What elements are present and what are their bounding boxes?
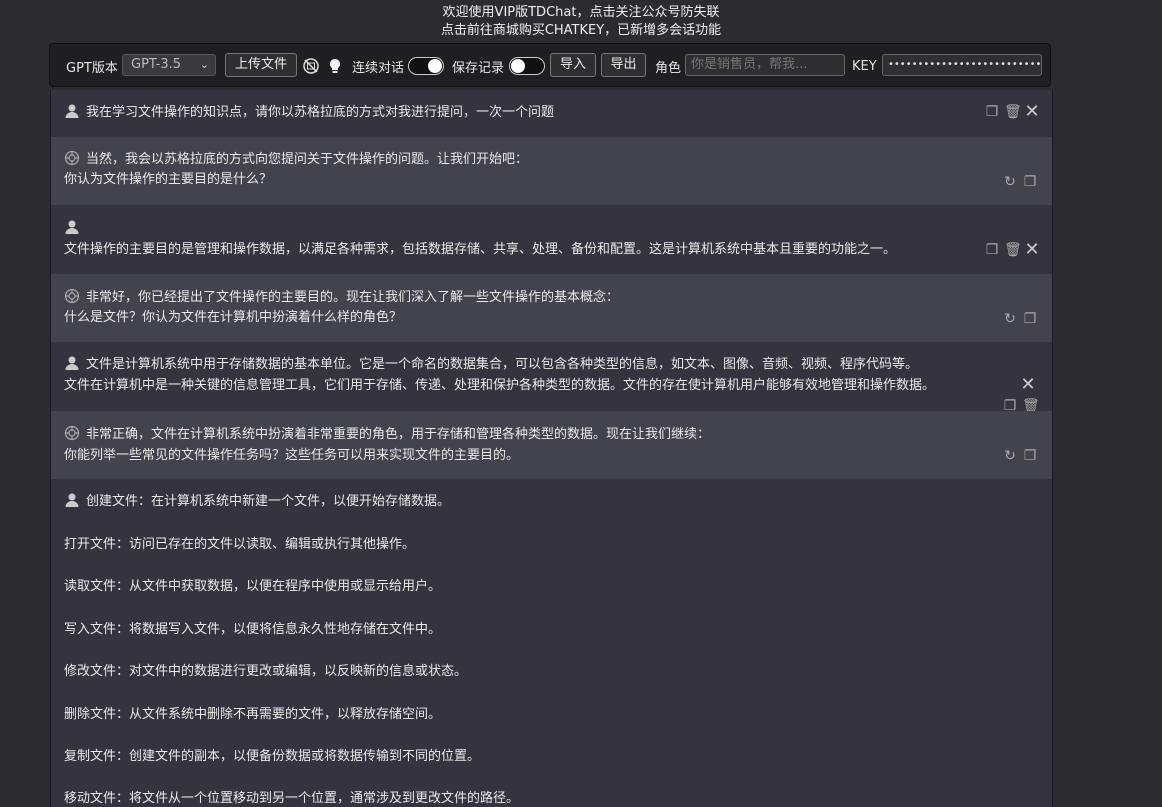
message-text: 写入文件：将数据写入文件，以便将信息永久性地存储在文件中。 (64, 622, 442, 637)
continuous-chat-label: 连续对话 (352, 60, 405, 76)
refresh-icon[interactable]: ↻ (1002, 311, 1018, 327)
continuous-chat-toggle[interactable] (408, 57, 444, 75)
message-text: 移动文件：将文件从一个位置移动到另一个位置，通常涉及到更改文件的路径。 (64, 791, 520, 806)
no-image-icon[interactable] (302, 57, 320, 75)
copy-icon[interactable]: ❐ (1022, 311, 1038, 327)
chat-message-assistant: 当然，我会以苏格拉底的方式向您提问关于文件操作的问题。让我们开始吧： 你认为文件… (51, 137, 1052, 205)
chat-message-user: 我在学习文件操作的知识点，请你以苏格拉底的方式对我进行提问，一次一个问题 ❐ 🗑… (51, 90, 1052, 137)
role-label: 角色 (655, 60, 682, 76)
key-label: KEY (852, 58, 877, 74)
message-text: 非常正确，文件在计算机系统中扮演着非常重要的角色，用于存储和管理各种类型的数据。… (86, 427, 711, 442)
user-avatar-icon (65, 356, 79, 370)
message-text: 非常好，你已经提出了文件操作的主要目的。现在让我们深入了解一些文件操作的基本概念… (86, 290, 620, 305)
message-text: 文件操作的主要目的是管理和操作数据，以满足各种需求，包括数据存储、共享、处理、备… (64, 242, 897, 257)
top-banner[interactable]: 欢迎使用VIP版TDChat，点击关注公众号防失联 点击前往商城购买CHATKE… (0, 4, 1162, 40)
message-text: 打开文件：访问已存在的文件以读取、编辑或执行其他操作。 (64, 537, 416, 552)
user-avatar-icon (65, 493, 79, 507)
message-text: 我在学习文件操作的知识点，请你以苏格拉底的方式对我进行提问，一次一个问题 (86, 105, 555, 120)
refresh-icon[interactable]: ↻ (1002, 448, 1018, 464)
banner-line-1[interactable]: 欢迎使用VIP版TDChat，点击关注公众号防失联 (0, 4, 1162, 22)
message-text: 读取文件：从文件中获取数据，以便在程序中使用或显示给用户。 (64, 579, 442, 594)
close-icon[interactable]: ✕ (1020, 376, 1036, 394)
role-input[interactable]: 你是销售员，帮我... (685, 54, 845, 76)
message-text: 你能列举一些常见的文件操作任务吗？这些任务可以用来实现文件的主要目的。 (64, 448, 520, 463)
trash-icon[interactable]: 🗑 (1004, 242, 1022, 258)
user-avatar-icon (65, 220, 79, 234)
message-text: 创建文件：在计算机系统中新建一个文件，以便开始存储数据。 (86, 494, 451, 509)
chat-message-user: 文件是计算机系统中用于存储数据的基本单位。它是一个命名的数据集合，可以包含各种类… (51, 342, 1052, 414)
model-select-value: GPT-3.5 (131, 57, 182, 72)
copy-icon[interactable]: ❐ (984, 242, 1000, 258)
export-button[interactable]: 导出 (601, 53, 646, 77)
message-text: 文件是计算机系统中用于存储数据的基本单位。它是一个命名的数据集合，可以包含各种类… (86, 357, 919, 372)
gpt-version-label: GPT版本 (66, 60, 118, 76)
openai-logo-icon (64, 288, 80, 304)
toggle-knob (428, 59, 442, 73)
message-text: 你认为文件操作的主要目的是什么？ (64, 172, 273, 187)
message-text: 当然，我会以苏格拉底的方式向您提问关于文件操作的问题。让我们开始吧： (86, 152, 529, 167)
model-select[interactable]: GPT-3.5 ⌄ (122, 54, 216, 76)
toolbar: GPT版本 GPT-3.5 ⌄ 上传文件 连续对话 保存记录 导入 导出 角色 … (49, 43, 1051, 87)
message-text: 什么是文件？你认为文件在计算机中扮演着什么样的角色？ (64, 310, 403, 325)
copy-icon[interactable]: ❐ (1022, 448, 1038, 464)
chat-message-user: 创建文件：在计算机系统中新建一个文件，以便开始存储数据。 打开文件：访问已存在的… (51, 479, 1052, 807)
toggle-knob (511, 59, 525, 73)
banner-line-2[interactable]: 点击前往商城购买CHATKEY，已新增多会话功能 (0, 22, 1162, 40)
openai-logo-icon (64, 425, 80, 441)
close-icon[interactable]: ✕ (1024, 103, 1040, 121)
chevron-down-icon: ⌄ (199, 58, 209, 71)
chat-message-user: 文件操作的主要目的是管理和操作数据，以满足各种需求，包括数据存储、共享、处理、备… (51, 205, 1052, 274)
message-text: 删除文件：从文件系统中删除不再需要的文件，以释放存储空间。 (64, 707, 442, 722)
refresh-icon[interactable]: ↻ (1002, 174, 1018, 190)
chat-message-assistant: 非常正确，文件在计算机系统中扮演着非常重要的角色，用于存储和管理各种类型的数据。… (51, 411, 1052, 479)
upload-file-button[interactable]: 上传文件 (225, 53, 297, 77)
message-text: 修改文件：对文件中的数据进行更改或编辑，以反映新的信息或状态。 (64, 664, 468, 679)
openai-logo-icon (64, 150, 80, 166)
chat-area: 我在学习文件操作的知识点，请你以苏格拉底的方式对我进行提问，一次一个问题 ❐ 🗑… (50, 90, 1053, 807)
lightbulb-icon[interactable] (326, 57, 344, 75)
close-icon[interactable]: ✕ (1024, 241, 1040, 259)
save-record-label: 保存记录 (452, 60, 505, 76)
key-input[interactable]: •••••••••••••••••••••••••••••••••••• (882, 54, 1042, 76)
copy-icon[interactable]: ❐ (984, 104, 1000, 120)
chat-message-assistant: 非常好，你已经提出了文件操作的主要目的。现在让我们深入了解一些文件操作的基本概念… (51, 274, 1052, 342)
copy-icon[interactable]: ❐ (1022, 174, 1038, 190)
message-text: 文件在计算机中是一种关键的信息管理工具，它们用于存储、传递、处理和保护各种类型的… (64, 378, 936, 393)
import-button[interactable]: 导入 (550, 53, 596, 77)
user-avatar-icon (65, 104, 79, 118)
save-record-toggle[interactable] (509, 57, 545, 75)
trash-icon[interactable]: 🗑 (1004, 104, 1022, 120)
message-text: 复制文件：创建文件的副本，以便备份数据或将数据传输到不同的位置。 (64, 749, 481, 764)
